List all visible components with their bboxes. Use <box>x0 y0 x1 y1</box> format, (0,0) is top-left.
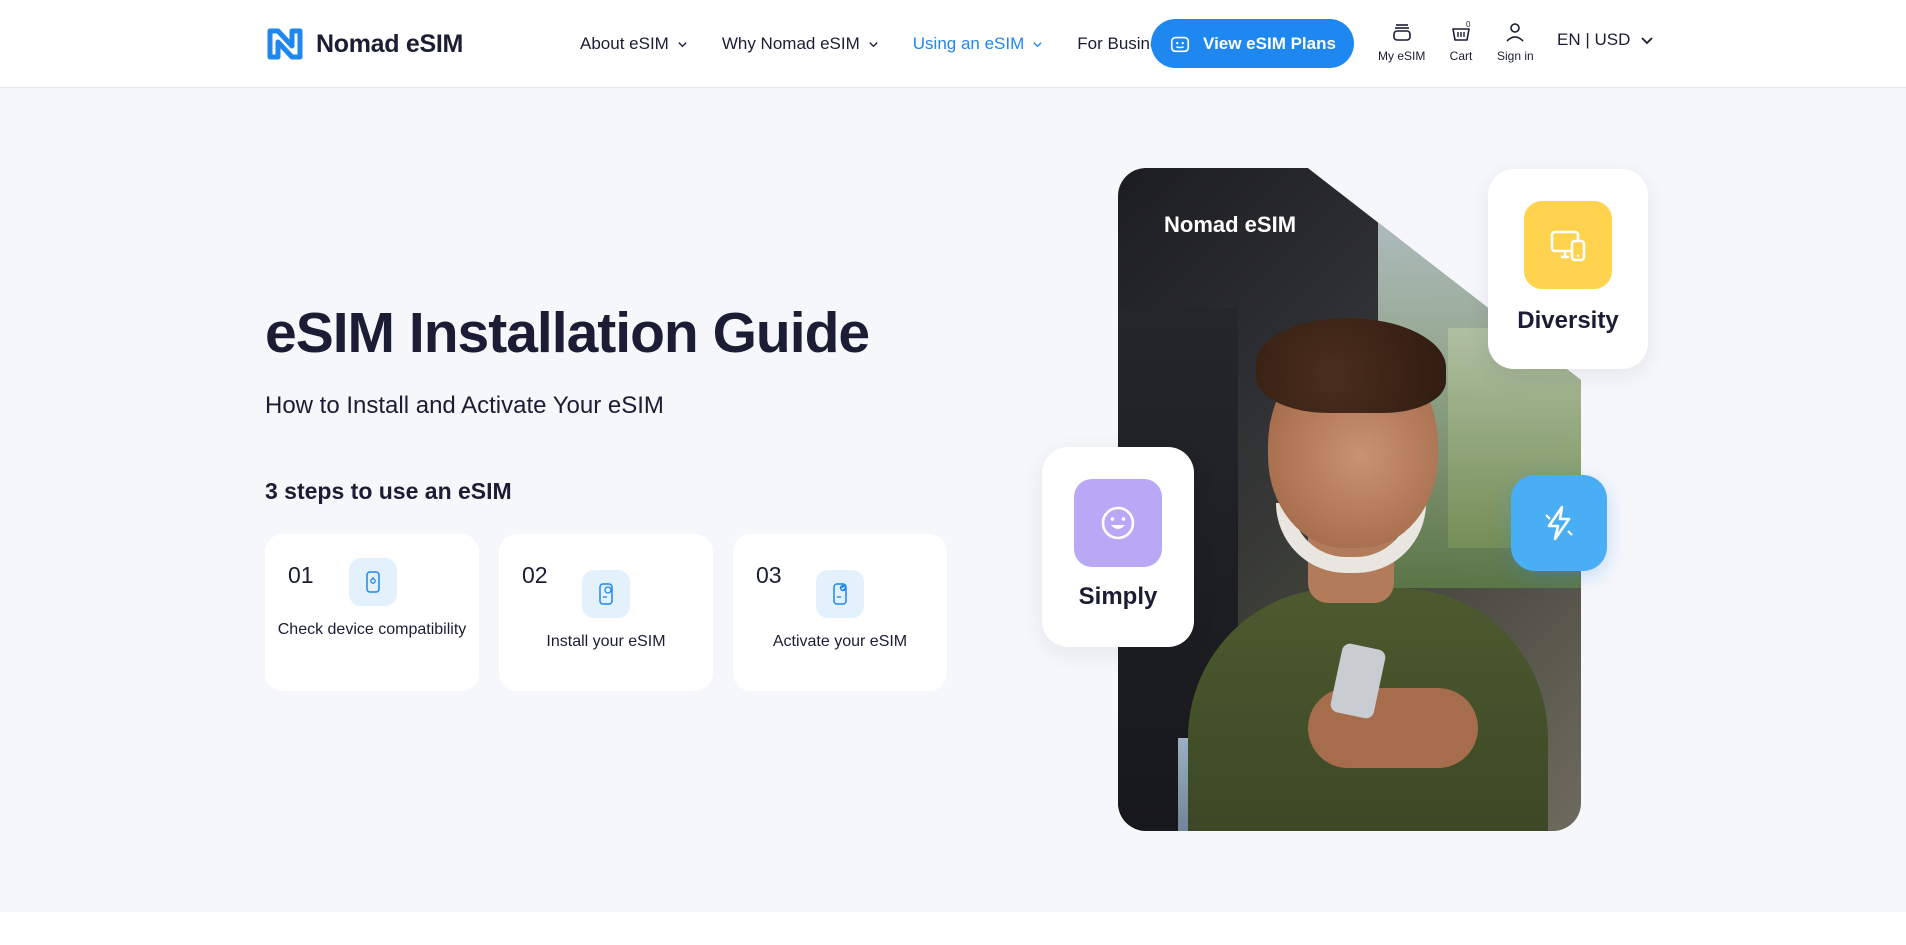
phone-check-icon <box>349 558 397 606</box>
photo-brand-logo: Nomad eSIM <box>1164 212 1297 237</box>
step-card-install-esim[interactable]: 02 Install your eSIM <box>499 534 713 691</box>
page-subtitle: How to Install and Activate Your eSIM <box>265 392 664 419</box>
page-divider <box>0 912 1906 945</box>
site-header: Nomad eSIM About eSIM Why Nomad eSIM Usi… <box>0 0 1906 88</box>
step-label: Check device compatibility <box>277 621 467 638</box>
chevron-down-icon <box>678 41 687 47</box>
feature-card-simply: Simply <box>1042 447 1194 647</box>
locale-label: EN | USD <box>1557 30 1631 49</box>
nav-using-esim[interactable]: Using an eSIM <box>913 34 1044 54</box>
nav-label: Using an eSIM <box>912 34 1025 53</box>
brand-logo[interactable]: Nomad eSIM <box>266 26 463 62</box>
chevron-down-icon <box>1641 37 1654 45</box>
main-nav: About eSIM Why Nomad eSIM Using an eSIM … <box>580 0 1176 88</box>
step-label: Activate your eSIM <box>772 633 908 650</box>
step-number: 03 <box>756 562 782 588</box>
sim-plan-icon <box>1170 36 1190 52</box>
cart-link[interactable]: 0 Cart <box>1449 20 1473 63</box>
step-card-activate-esim[interactable]: 03 Activate your eSIM <box>733 534 947 691</box>
step-number: 02 <box>522 562 548 588</box>
step-card-check-compatibility[interactable]: 01 Check device compatibility <box>265 534 479 691</box>
steps-heading: 3 steps to use an eSIM <box>265 478 512 504</box>
nav-label: Why Nomad eSIM <box>721 34 860 53</box>
sign-in-link[interactable]: Sign in <box>1497 20 1534 63</box>
nomad-logo-icon <box>267 28 303 60</box>
feature-label: Diversity <box>1517 307 1619 334</box>
smiley-icon <box>1074 479 1162 567</box>
feature-label: Simply <box>1078 583 1158 610</box>
my-esim-label: My eSIM <box>1378 49 1426 63</box>
phone-activate-icon <box>816 570 864 618</box>
user-icon <box>1506 23 1524 42</box>
feature-card-diversity: Diversity <box>1488 169 1648 369</box>
page-title: eSIM Installation Guide <box>265 301 870 365</box>
view-esim-plans-label: View eSIM Plans <box>1203 33 1336 53</box>
cart-count: 0 <box>1466 20 1471 29</box>
view-esim-plans-button[interactable]: View eSIM Plans <box>1151 19 1354 68</box>
esim-stack-icon <box>1392 24 1411 41</box>
nav-label: About eSIM <box>580 34 669 53</box>
sign-in-label: Sign in <box>1497 49 1534 63</box>
locale-selector[interactable]: EN | USD <box>1557 30 1654 50</box>
step-number: 01 <box>288 562 314 588</box>
my-esim-link[interactable]: My eSIM <box>1378 20 1425 63</box>
cart-label: Cart <box>1449 49 1473 63</box>
chevron-down-icon <box>869 41 878 47</box>
nav-why-nomad[interactable]: Why Nomad eSIM <box>722 34 879 54</box>
cart-icon: 0 <box>1452 20 1471 41</box>
chevron-down-icon <box>1033 41 1042 47</box>
nav-about-esim[interactable]: About eSIM <box>580 34 688 54</box>
phone-install-icon <box>582 570 630 618</box>
lightning-icon <box>1511 475 1607 571</box>
brand-name: Nomad eSIM <box>316 29 464 58</box>
step-label: Install your eSIM <box>546 633 666 650</box>
devices-icon <box>1524 201 1612 289</box>
